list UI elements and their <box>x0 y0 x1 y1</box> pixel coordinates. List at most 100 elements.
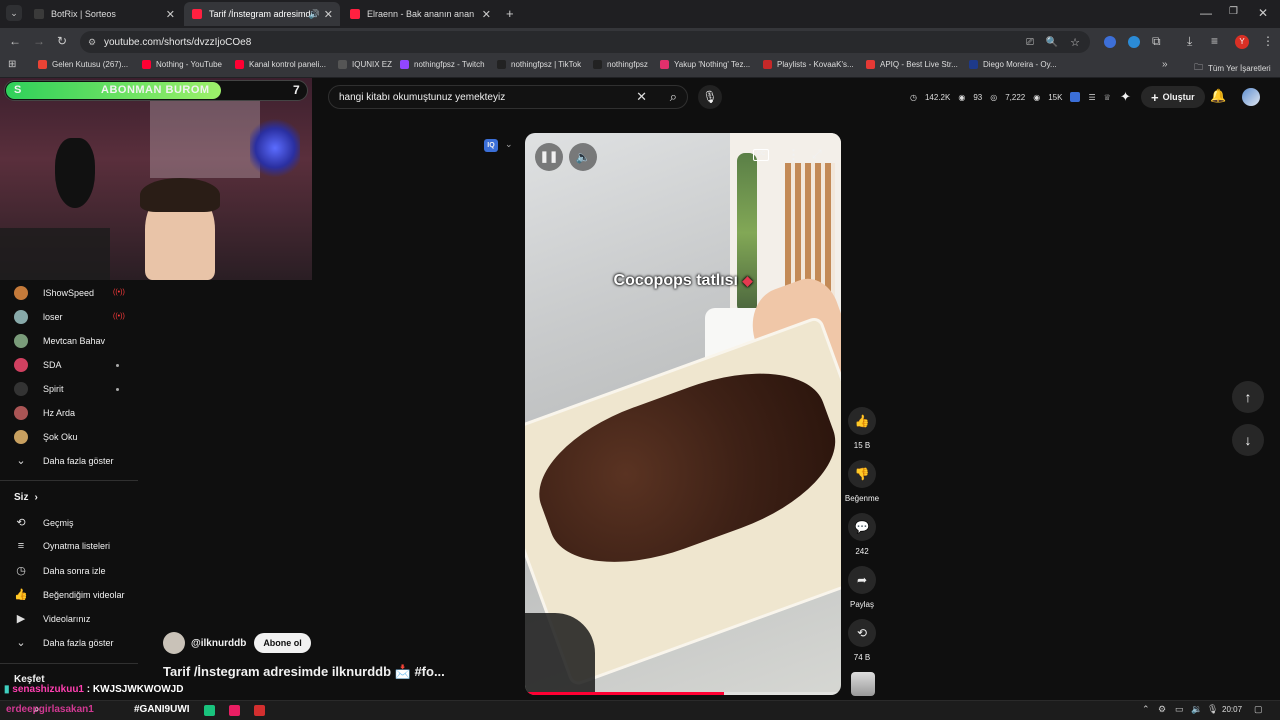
all-bookmarks-folder[interactable]: 🗀 Tüm Yer İşaretleri <box>1194 60 1271 76</box>
next-short-button[interactable]: ↓ <box>1232 424 1264 456</box>
forward-icon[interactable]: → <box>33 34 45 48</box>
volume-icon[interactable]: 🔈 <box>569 143 597 171</box>
channel-handle[interactable]: @ilknurddb <box>191 638 246 649</box>
address-bar[interactable]: ⚙ youtube.com/shorts/dvzzIjoCOe8 ⎚ 🔍 ☆ <box>80 31 1090 53</box>
sidebar-you-item[interactable]: ▶ Videolarınız <box>14 612 91 625</box>
media-control-icon[interactable]: ≡ <box>1211 34 1218 48</box>
like-button[interactable]: 👍 15 B <box>848 407 876 450</box>
bookmark-item[interactable]: Nothing - YouTube <box>142 60 222 69</box>
close-icon[interactable]: ✕ <box>324 8 333 21</box>
taskbar-app-icon[interactable] <box>229 705 240 716</box>
pause-icon[interactable]: ❚❚ <box>535 143 563 171</box>
share-button[interactable]: ➦ Paylaş <box>848 566 876 609</box>
sidebar-subscription-item[interactable]: Spirit <box>14 382 64 396</box>
sidebar-subscription-item[interactable]: Mevtcan Bahav <box>14 334 105 348</box>
minimize-icon[interactable]: — <box>1200 6 1212 20</box>
network-icon[interactable]: ▭ <box>1175 704 1184 715</box>
previous-short-button[interactable]: ↑ <box>1232 381 1264 413</box>
sound-thumbnail[interactable] <box>851 672 875 696</box>
comment-button[interactable]: 💬 242 <box>848 513 876 556</box>
create-button[interactable]: + Oluştur <box>1141 86 1205 108</box>
search-icon[interactable]: ⌕ <box>670 89 677 105</box>
tab-botrix[interactable]: BotRix | Sorteos ✕ <box>26 2 182 26</box>
sidebar-you-item[interactable]: ≡ Oynatma listeleri <box>14 540 110 552</box>
bookmark-item[interactable]: Diego Moreira - Oy... <box>969 60 1057 69</box>
tray-icon[interactable]: ⚙ <box>1158 704 1166 715</box>
channel-avatar[interactable] <box>163 632 185 654</box>
bookmark-item[interactable]: Kanal kontrol paneli... <box>235 60 326 69</box>
bookmark-star-icon[interactable]: ☆ <box>1070 36 1080 49</box>
extensions-puzzle-icon[interactable]: ⧉ <box>1152 34 1161 49</box>
search-input[interactable]: hangi kitabı okumuştunuz yemekteyiz ✕ ⌕ <box>328 85 688 109</box>
sidebar-you-item[interactable]: ◷ Daha sonra izle <box>14 564 105 577</box>
sidebar-subscription-item[interactable]: IShowSpeed <box>14 286 94 300</box>
fullscreen-icon[interactable]: ⤢ <box>812 147 822 162</box>
tab-youtube-shorts[interactable]: Tarif /İnstegram adresimde 🔊 ✕ <box>184 2 340 26</box>
extension-badge-icon[interactable]: IQ <box>484 139 498 152</box>
zoom-icon[interactable]: 🔍 <box>1046 37 1058 48</box>
stream-stats-bar: ◷ 142.2K ◉ 93 ◎ 7,222 ◉ 15K ☰ ♕ <box>910 88 1111 106</box>
site-info-icon[interactable]: ⚙ <box>88 37 96 48</box>
apps-grid-icon[interactable]: ⊞ <box>8 59 16 70</box>
sidebar-subscription-item[interactable]: loser <box>14 310 63 324</box>
cast-icon[interactable]: ⎚ <box>1026 37 1034 48</box>
bookmark-item[interactable]: IQUNIX EZ <box>338 60 392 69</box>
you-section-header[interactable]: Siz › <box>14 492 38 503</box>
restore-icon[interactable]: ❐ <box>1229 6 1238 17</box>
sidebar-you-item[interactable]: ⟲ Geçmiş <box>14 516 73 529</box>
taskbar-app-icon[interactable] <box>204 705 215 716</box>
notifications-bell-icon[interactable]: 🔔 <box>1210 88 1226 104</box>
show-more-subscriptions[interactable]: ⌄ Daha fazla göster <box>14 454 113 467</box>
reload-icon[interactable]: ↻ <box>57 34 67 48</box>
extension-icon[interactable] <box>1128 36 1140 48</box>
bookmark-item[interactable]: nothingfpsz - Twitch <box>400 60 485 69</box>
sidebar-subscription-item[interactable]: Hz Arda <box>14 406 75 420</box>
sidebar-you-item[interactable]: 👍 Beğendiğim videolar <box>14 588 124 601</box>
voice-search-icon[interactable]: 🎙 <box>698 85 722 109</box>
shorts-video-player[interactable]: Cocopops tatlısı ◆ ❚❚ 🔈 CC ⋮ ⤢ <box>525 133 841 695</box>
close-icon[interactable]: ✕ <box>482 8 491 21</box>
notification-center-icon[interactable]: ▢ <box>1254 704 1263 715</box>
new-tab-icon[interactable]: + <box>506 6 514 21</box>
back-icon[interactable]: ← <box>9 34 21 48</box>
search-icon[interactable]: ⌕ <box>34 704 40 715</box>
profile-avatar[interactable]: Y <box>1235 35 1249 49</box>
video-title[interactable]: Tarif /İnstegram adresimde ilknurddb 📩 #… <box>163 664 445 680</box>
tab-elraenn[interactable]: Elraenn - Bak ananın anan ANA ✕ <box>342 2 498 26</box>
more-bookmarks-icon[interactable]: » <box>1162 59 1168 70</box>
subscribe-button[interactable]: Abone ol <box>254 633 311 653</box>
bookmark-item[interactable]: Yakup 'Nothing' Tez... <box>660 60 750 69</box>
bookmark-item[interactable]: nothingfpsz <box>593 60 648 69</box>
bookmark-item[interactable]: Playlists - KovaaK's... <box>763 60 854 69</box>
volume-tray-icon[interactable]: 🔉 <box>1191 704 1202 715</box>
extension-icon[interactable] <box>1104 36 1116 48</box>
taskbar-clock[interactable]: 20:07 <box>1222 705 1242 714</box>
bookmark-item[interactable]: Gelen Kutusu (267)... <box>38 60 128 69</box>
bookmark-item[interactable]: nothingfpsz | TikTok <box>497 60 581 69</box>
speaker-icon[interactable]: 🔊 <box>309 9 320 20</box>
guitar-image <box>55 138 95 208</box>
clear-search-icon[interactable]: ✕ <box>636 89 647 105</box>
search-query-text: hangi kitabı okumuştunuz yemekteyiz <box>339 91 506 103</box>
window-close-icon[interactable]: ✕ <box>1258 6 1268 20</box>
taskbar-app-icon[interactable] <box>254 705 265 716</box>
dislike-button[interactable]: 👎 Beğenme <box>845 460 879 503</box>
menu-kebab-icon[interactable]: ⋮ <box>1262 34 1274 48</box>
remix-button[interactable]: ⟲ 74 B <box>848 619 876 662</box>
sidebar-subscription-item[interactable]: Şok Oku <box>14 430 78 444</box>
sidebar-subscription-item[interactable]: SDA <box>14 358 62 372</box>
tray-chevron-icon[interactable]: ⌃ <box>1142 704 1150 715</box>
captions-icon[interactable]: CC <box>753 149 769 161</box>
your-videos-icon: ▶ <box>16 613 26 625</box>
progress-track[interactable] <box>525 692 841 695</box>
sidebar-you-item[interactable]: ⌄ Daha fazla göster <box>14 636 113 649</box>
download-icon[interactable]: ⤓ <box>1187 34 1192 49</box>
extension-spark-icon[interactable]: ✦ <box>1120 89 1131 105</box>
account-avatar[interactable] <box>1242 88 1260 106</box>
more-options-icon[interactable]: ⋮ <box>787 147 800 163</box>
close-icon[interactable]: ✕ <box>166 8 175 21</box>
chevron-down-icon[interactable]: ⌄ <box>505 139 513 150</box>
mic-tray-icon[interactable]: 🎙 <box>1207 704 1218 715</box>
tab-search-icon[interactable]: ⌄ <box>6 5 22 21</box>
bookmark-item[interactable]: APIQ - Best Live Str... <box>866 60 958 69</box>
